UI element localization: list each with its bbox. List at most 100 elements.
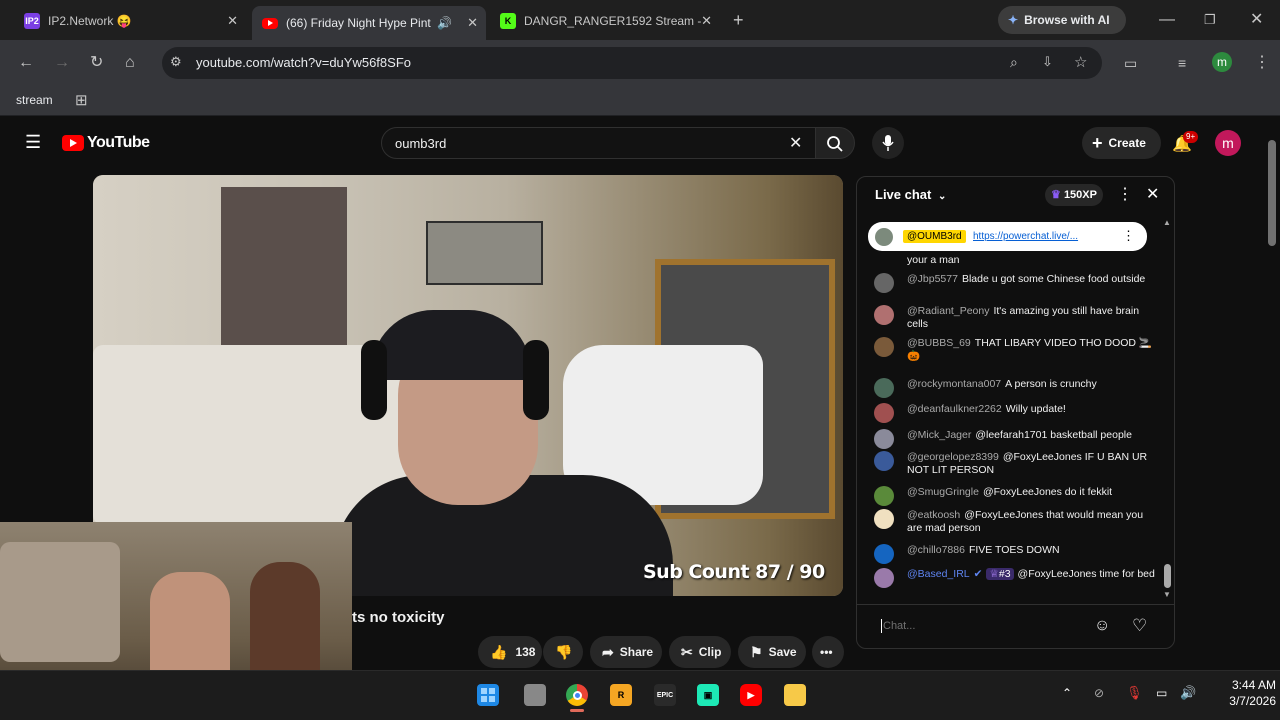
kick-favicon-icon: K xyxy=(500,13,516,29)
like-button[interactable]: 👍 138 xyxy=(478,636,542,668)
site-info-icon[interactable]: ⚙ xyxy=(170,54,182,70)
address-bar[interactable]: ⚙ youtube.com/watch?v=duYw56f8SFo ⌕ ⇩ ☆ xyxy=(162,47,1102,79)
page-scroll-thumb[interactable] xyxy=(1268,140,1276,246)
dislike-button[interactable]: 👎 xyxy=(543,636,583,668)
message-author[interactable]: @Jbp5577 xyxy=(907,273,958,285)
chat-message: @Based_IRL ✔ ♕#3 @FoxyLeeJones time for bed xyxy=(874,568,1159,588)
pip-person-left xyxy=(150,572,230,682)
crown-icon: ♕ xyxy=(989,568,999,580)
user-avatar xyxy=(874,429,894,449)
message-author[interactable]: @deanfaulkner2262 xyxy=(907,403,1002,415)
video-title: ts no toxicity xyxy=(352,609,445,626)
close-chat-icon[interactable]: ✕ xyxy=(1146,187,1159,203)
share-button[interactable]: ➦ Share xyxy=(590,636,662,668)
clear-search-icon[interactable]: ✕ xyxy=(789,133,802,153)
tab-ip2[interactable]: IP2 IP2.Network 😝 ✕ xyxy=(14,6,246,36)
voice-search-button[interactable] xyxy=(872,127,904,159)
tray-display-icon[interactable]: ▭ xyxy=(1156,686,1167,700)
create-button[interactable]: + Create xyxy=(1082,127,1161,159)
message-author[interactable]: @rockymontana007 xyxy=(907,378,1001,390)
rank-label: #3 xyxy=(998,568,1011,580)
streamlabs-icon[interactable]: ▣ xyxy=(697,684,719,706)
message-author[interactable]: @SmugGringle xyxy=(907,486,979,498)
youtube-logo-text: YouTube xyxy=(87,134,150,151)
minimize-icon[interactable]: — xyxy=(1159,12,1175,28)
pinned-link[interactable]: https://powerchat.live/... xyxy=(973,231,1078,242)
chat-message: @SmugGringle @FoxyLeeJones do it fekkit xyxy=(874,486,1159,506)
message-author[interactable]: @Based_IRL xyxy=(907,568,970,580)
tab-label: DANGR_RANGER1592 Stream - xyxy=(524,14,702,28)
chat-menu-kebab-icon[interactable]: ⋮ xyxy=(1117,187,1133,203)
profile-avatar[interactable]: m xyxy=(1212,52,1232,72)
message-text: Willy update! xyxy=(1005,403,1066,415)
user-avatar xyxy=(874,486,894,506)
zoom-icon[interactable]: ⌕ xyxy=(1010,54,1018,71)
user-avatar xyxy=(874,337,894,357)
bookmark-star-icon[interactable]: ☆ xyxy=(1074,53,1087,71)
rockstar-icon[interactable]: R xyxy=(610,684,632,706)
close-tab-icon[interactable]: ✕ xyxy=(467,15,478,31)
close-tab-icon[interactable]: ✕ xyxy=(227,13,238,29)
tray-microphone-icon[interactable]: 🎙 xyxy=(1126,685,1143,701)
chat-message: @eatkoosh @FoxyLeeJones that would mean y… xyxy=(874,509,1159,535)
restore-icon[interactable]: ❐ xyxy=(1204,12,1216,28)
task-view-icon[interactable] xyxy=(524,684,546,706)
file-explorer-icon[interactable] xyxy=(784,684,806,706)
hamburger-menu-icon[interactable]: ☰ xyxy=(25,133,41,151)
apps-grid-icon[interactable]: ⊞ xyxy=(75,91,88,109)
tab-kick[interactable]: K DANGR_RANGER1592 Stream - ✕ xyxy=(490,6,720,36)
clip-button[interactable]: ✂ Clip xyxy=(669,636,731,668)
message-author[interactable]: @georgelopez8399 xyxy=(907,451,999,463)
message-author[interactable]: @Mick_Jager xyxy=(907,429,971,441)
tray-volume-icon[interactable]: 🔊 xyxy=(1180,685,1196,701)
close-tab-icon[interactable]: ✕ xyxy=(701,13,712,29)
chat-message: @chillo7886 FIVE TOES DOWN xyxy=(874,544,1159,564)
media-control-icon[interactable]: ≡ xyxy=(1178,55,1186,71)
user-avatar xyxy=(874,403,894,423)
message-text: Blade u got some Chinese food outside xyxy=(961,273,1146,285)
message-author[interactable]: @chillo7886 xyxy=(907,544,965,556)
pinned-menu-kebab-icon[interactable]: ⋮ xyxy=(1122,228,1135,244)
menu-kebab-icon[interactable]: ⋮ xyxy=(1254,55,1270,71)
new-tab-icon[interactable]: + xyxy=(733,11,744,29)
xp-badge[interactable]: ♛ 150XP xyxy=(1045,184,1103,206)
more-actions-button[interactable]: ••• xyxy=(812,636,844,668)
browse-with-ai-button[interactable]: ✦ Browse with AI xyxy=(998,6,1126,34)
heart-icon[interactable]: ♡ xyxy=(1132,616,1147,636)
chat-scrollbar[interactable]: ▲ ▼ xyxy=(1163,218,1171,599)
youtube-logo[interactable]: YouTube xyxy=(62,134,150,152)
user-avatar xyxy=(874,509,894,529)
youtube-app-icon[interactable]: ▶ xyxy=(740,684,762,706)
forward-icon[interactable]: → xyxy=(54,55,70,71)
message-author[interactable]: @Radiant_Peony xyxy=(907,305,989,317)
scroll-up-icon[interactable]: ▲ xyxy=(1163,218,1171,227)
start-windows-icon[interactable] xyxy=(477,684,499,706)
tray-network-off-icon[interactable]: ⊘ xyxy=(1094,686,1104,700)
chat-scroll-thumb[interactable] xyxy=(1164,564,1171,588)
clock[interactable]: 3:44 AM 3/7/2026 xyxy=(1206,678,1276,708)
home-icon[interactable]: ⌂ xyxy=(125,55,135,71)
account-avatar[interactable]: m xyxy=(1215,130,1241,156)
chat-input[interactable]: Chat... xyxy=(878,615,1088,639)
message-author[interactable]: @eatkoosh xyxy=(907,509,960,521)
chat-mode-dropdown[interactable]: Live chat ⌄ xyxy=(875,187,946,202)
back-icon[interactable]: ← xyxy=(18,55,34,71)
message-author[interactable]: @BUBBS_69 xyxy=(907,337,971,349)
scroll-down-icon[interactable]: ▼ xyxy=(1163,590,1171,599)
bookmark-stream[interactable]: stream xyxy=(16,93,53,107)
install-app-icon[interactable]: ⇩ xyxy=(1042,54,1053,70)
search-input[interactable]: oumb3rd ✕ xyxy=(381,127,816,159)
search-button[interactable] xyxy=(815,127,855,159)
clock-time: 3:44 AM xyxy=(1231,678,1276,692)
pinned-message-banner[interactable]: @OUMB3rd https://powerchat.live/... ⋮ xyxy=(868,222,1147,251)
emoji-icon[interactable]: ☺ xyxy=(1094,617,1110,635)
tab-youtube[interactable]: (66) Friday Night Hype Pint 🔊 ✕ xyxy=(252,6,486,40)
tray-chevron-up-icon[interactable]: ⌃ xyxy=(1062,686,1072,700)
window-close-icon[interactable]: ✕ xyxy=(1250,12,1263,28)
reload-icon[interactable]: ↻ xyxy=(90,55,103,71)
speaker-icon[interactable]: 🔊 xyxy=(437,16,452,30)
chrome-icon[interactable] xyxy=(566,684,588,706)
epic-games-icon[interactable]: EPIC xyxy=(654,684,676,706)
side-panel-icon[interactable]: ▭ xyxy=(1124,55,1137,71)
save-button[interactable]: ⚑ Save xyxy=(738,636,806,668)
